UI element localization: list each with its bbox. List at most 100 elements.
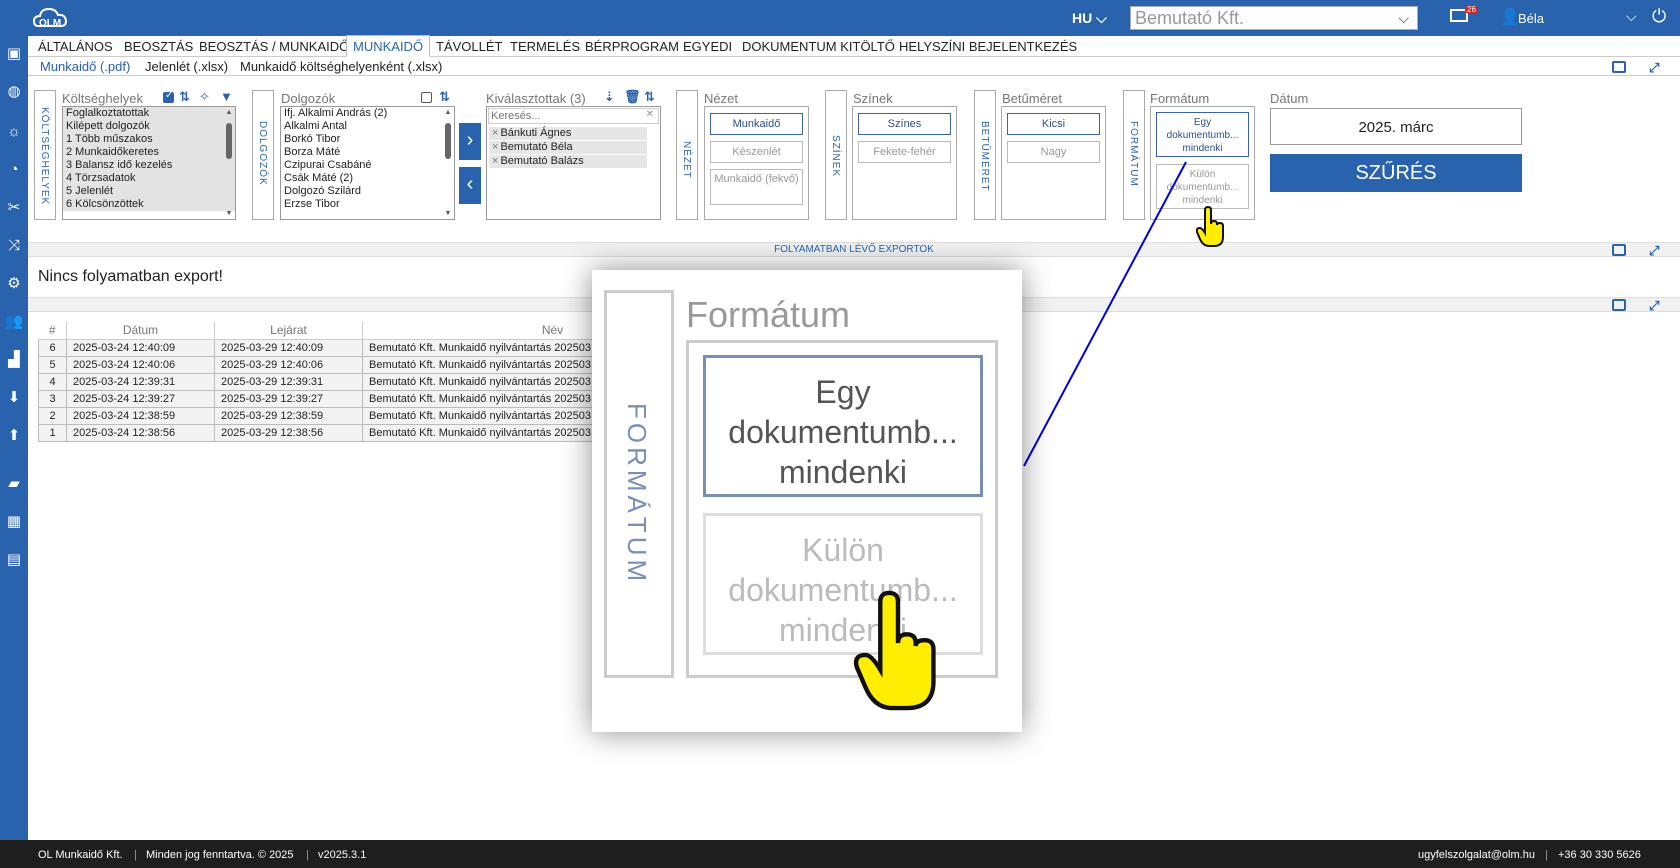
- menu-egyedi[interactable]: EGYEDI: [683, 39, 732, 54]
- menu-tavollet[interactable]: TÁVOLLÉT: [436, 39, 502, 54]
- minimize-icon[interactable]: [1612, 299, 1626, 311]
- szinek-option-szines[interactable]: Színes: [858, 113, 951, 135]
- scroll-up-icon[interactable]: ▲: [443, 109, 453, 116]
- column-header[interactable]: #: [38, 322, 67, 340]
- factory-icon[interactable]: ▟: [4, 350, 24, 370]
- koltseghelyek-vtab[interactable]: KÖLTSÉGHELYEK: [34, 90, 56, 220]
- szinek-option-fekete-feher[interactable]: Fekete-fehér: [858, 141, 951, 163]
- gears-icon[interactable]: ⚙: [4, 274, 24, 294]
- scroll-up-icon[interactable]: ▲: [224, 109, 234, 116]
- remove-chip-icon[interactable]: ×: [492, 127, 498, 139]
- list-item[interactable]: Ifj. Alkalmi András (2): [281, 107, 454, 120]
- users-icon[interactable]: 👥: [4, 312, 24, 332]
- formatum-option-egy[interactable]: Egy dokumentumb... mindenki: [1156, 112, 1249, 157]
- remove-selected-button[interactable]: ‹: [459, 167, 481, 204]
- magic-wand-icon[interactable]: ✧: [199, 89, 210, 105]
- list-item[interactable]: 2 Munkaidőkeretes: [63, 146, 235, 159]
- nezet-vtab[interactable]: NÉZET: [676, 90, 698, 220]
- scrollbar[interactable]: ▲ ▼: [443, 109, 453, 217]
- expand-icon[interactable]: ⤢: [1649, 298, 1659, 314]
- filter-button[interactable]: SZŰRÉS: [1270, 154, 1522, 192]
- menu-beosztas-munkaido[interactable]: BEOSZTÁS / MUNKAIDŐ: [199, 39, 349, 54]
- list-item[interactable]: 1 Több műszakos: [63, 133, 235, 146]
- menu-termeles[interactable]: TERMELÉS: [510, 39, 580, 54]
- nezet-option-munkaido-fekvo[interactable]: Munkaidő (fekvő): [710, 169, 803, 205]
- search-input[interactable]: [488, 108, 659, 124]
- user-icon[interactable]: 👤: [1500, 7, 1520, 27]
- sort-desc-icon[interactable]: ⇣: [604, 89, 615, 105]
- clock-check-icon[interactable]: ◔: [4, 160, 24, 180]
- sort-icon[interactable]: ⇅: [644, 89, 655, 105]
- nezet-option-munkaido[interactable]: Munkaidő: [710, 113, 803, 135]
- power-icon[interactable]: ⏻: [1652, 6, 1666, 27]
- column-header[interactable]: Lejárat: [214, 322, 363, 340]
- list-item[interactable]: Alkalmi Antal: [281, 120, 454, 133]
- calendar-icon[interactable]: ▦: [4, 512, 24, 532]
- list-item[interactable]: 6 Kölcsönzöttek: [63, 198, 235, 211]
- scroll-down-icon[interactable]: ▼: [224, 210, 234, 217]
- menu-dokumentum-kitolto[interactable]: DOKUMENTUM KITÖLTŐ: [742, 39, 895, 54]
- list-item[interactable]: Csák Máté (2): [281, 172, 454, 185]
- select-all-checkbox[interactable]: [163, 90, 174, 103]
- tools-icon[interactable]: ✂: [4, 198, 24, 218]
- formatum-option-kulon[interactable]: Külön dokumentumb... mindenki: [1156, 164, 1249, 209]
- list-item[interactable]: Dolgozó Szilárd: [281, 185, 454, 198]
- footer-phone[interactable]: +36 30 330 5626: [1558, 849, 1641, 861]
- trash-icon[interactable]: 🗑: [624, 89, 641, 105]
- list-item[interactable]: Borza Máté: [281, 146, 454, 159]
- upload-box-icon[interactable]: ⬆: [4, 426, 24, 446]
- expand-icon[interactable]: ⤢: [1649, 243, 1659, 259]
- date-picker[interactable]: 2025. márc: [1270, 108, 1522, 145]
- list-item[interactable]: 4 Törzsadatok: [63, 172, 235, 185]
- list-item[interactable]: 3 Balansz idő kezelés: [63, 159, 235, 172]
- save-icon[interactable]: ▣: [4, 44, 24, 64]
- cash-register-icon[interactable]: ▤: [4, 550, 24, 570]
- scroll-thumb[interactable]: [445, 123, 451, 159]
- selected-chip[interactable]: × Bánkuti Ágnes: [489, 127, 647, 140]
- selected-chip[interactable]: × Bemutató Balázs: [489, 155, 647, 168]
- company-select[interactable]: Bemutató Kft. ⌵: [1130, 6, 1418, 30]
- betumeret-option-kicsi[interactable]: Kicsi: [1007, 113, 1100, 135]
- expand-icon[interactable]: ⤢: [1649, 60, 1659, 76]
- menu-berprogram[interactable]: BÉRPROGRAM: [585, 39, 679, 54]
- select-all-checkbox[interactable]: [421, 92, 432, 103]
- koltseghelyek-list[interactable]: Foglalkoztatottak Kilépett dolgozók 1 Tö…: [62, 106, 236, 220]
- subtab-munkaido-koltseghely-xlsx[interactable]: Munkaidő költséghelyenként (.xlsx): [240, 59, 442, 74]
- menu-munkaido[interactable]: MUNKAIDŐ: [346, 35, 431, 57]
- minimize-icon[interactable]: [1612, 61, 1626, 73]
- minimize-icon[interactable]: [1612, 244, 1626, 256]
- scroll-thumb[interactable]: [226, 123, 232, 159]
- betumeret-option-nagy[interactable]: Nagy: [1007, 141, 1100, 163]
- remove-chip-icon[interactable]: ×: [492, 155, 498, 167]
- nezet-option-keszenlet[interactable]: Készenlét: [710, 141, 803, 163]
- user-name[interactable]: Béla: [1518, 11, 1544, 26]
- scroll-down-icon[interactable]: ▼: [443, 210, 453, 217]
- chevron-down-icon[interactable]: ⌵: [1626, 8, 1637, 25]
- list-item[interactable]: Erzse Tibor: [281, 198, 454, 211]
- subtab-munkaido-pdf[interactable]: Munkaidő (.pdf): [40, 59, 130, 74]
- list-item[interactable]: 5 Jelenlét: [63, 185, 235, 198]
- filter-icon[interactable]: ▼: [220, 89, 233, 104]
- folder-icon[interactable]: ▰: [4, 474, 24, 494]
- sort-icon[interactable]: ⇅: [179, 89, 190, 105]
- menu-helyszini-bejelentkezes[interactable]: HELYSZÍNI BEJELENTKEZÉS: [899, 39, 1077, 54]
- sun-icon[interactable]: ☼: [4, 122, 24, 142]
- selected-chip[interactable]: × Bemutató Béla: [489, 141, 647, 154]
- menu-altalanos[interactable]: ÁLTALÁNOS: [38, 39, 113, 54]
- download-box-icon[interactable]: ⬇: [4, 388, 24, 408]
- globe-icon[interactable]: ◍: [4, 82, 24, 102]
- footer-email[interactable]: ugyfelszolgalat@olm.hu: [1418, 849, 1535, 861]
- dolgozok-vtab[interactable]: DOLGOZÓK: [252, 90, 274, 220]
- route-icon[interactable]: ⤨: [4, 236, 24, 256]
- add-selected-button[interactable]: ›: [459, 123, 481, 160]
- column-header[interactable]: Dátum: [66, 322, 215, 340]
- szinek-vtab[interactable]: SZÍNEK: [825, 90, 847, 220]
- language-selector[interactable]: HU ⌵: [1072, 10, 1107, 27]
- list-item[interactable]: Czipurai Csabáné: [281, 159, 454, 172]
- subtab-jelenlet-xlsx[interactable]: Jelenlét (.xlsx): [145, 59, 228, 74]
- list-item[interactable]: Kilépett dolgozók: [63, 120, 235, 133]
- sort-icon[interactable]: ⇅: [439, 89, 450, 105]
- menu-beosztas[interactable]: BEOSZTÁS: [124, 39, 193, 54]
- remove-chip-icon[interactable]: ×: [492, 141, 498, 153]
- list-item[interactable]: Foglalkoztatottak: [63, 107, 235, 120]
